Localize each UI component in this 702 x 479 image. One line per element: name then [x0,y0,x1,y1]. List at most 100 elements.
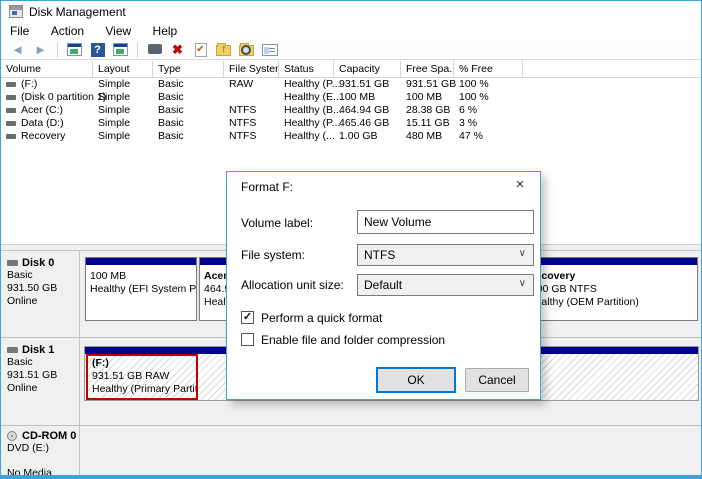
volume-icon [6,82,16,87]
disk1-label-panel[interactable]: Disk 1 Basic 931.51 GB Online [1,338,80,425]
menu-help[interactable]: Help [144,23,187,39]
partition-block-f-selected[interactable]: (F:) 931.51 GB RAW Healthy (Primary Part… [86,354,198,400]
disk1-type: Basic [7,356,33,368]
cdrom-drive: DVD (E:) [7,442,49,454]
toolbar-separator [57,41,58,58]
disk0-size: 931.50 GB [7,282,58,294]
column-header-status[interactable]: Status [279,61,334,77]
table-row[interactable]: Recovery Simple Basic NTFS Healthy (... … [1,130,701,143]
menu-file[interactable]: File [1,23,38,39]
cell-type: Basic [158,117,184,129]
column-header-filler [523,61,701,77]
partition-status: Healthy (OEM Partition) [528,296,639,308]
cell-status: Healthy (P... [284,117,341,129]
window-title: Disk Management [29,5,126,19]
back-button[interactable]: ◄ [9,42,26,58]
partition-size: 931.51 GB RAW [92,370,170,382]
volume-label-input[interactable]: New Volume [357,210,534,234]
check-document-button[interactable]: ✔ [192,42,209,58]
quick-format-checkbox[interactable]: ✓ [241,311,254,324]
title-bar: Disk Management [1,1,701,23]
file-system-label: File system: [241,248,306,262]
column-header-file-system[interactable]: File System [224,61,279,77]
column-header-capacity[interactable]: Capacity [334,61,401,77]
cell-status: Healthy (E... [284,91,342,103]
volume-icon [6,108,16,113]
console-tree-button[interactable] [112,42,129,58]
cell-capacity: 465.46 GB [339,117,390,129]
ok-button[interactable]: OK [377,368,455,392]
disk0-type: Basic [7,269,33,281]
column-header-free-space[interactable]: Free Spa... [401,61,454,77]
cdrom-graphic [81,426,701,475]
compression-checkbox[interactable] [241,333,254,346]
console-window-button[interactable] [66,42,83,58]
popup-action-button[interactable] [146,42,163,58]
disk1-name: Disk 1 [22,344,55,356]
cell-layout: Simple [98,117,131,129]
cell-type: Basic [158,91,184,103]
cell-file-system: NTFS [229,117,257,129]
table-row[interactable]: Data (D:) Simple Basic NTFS Healthy (P..… [1,117,701,130]
cell-file-system [224,91,279,104]
cell-free-space: 15.11 GB [406,117,450,129]
table-row[interactable]: (F:) Simple Basic RAW Healthy (P... 931.… [1,78,701,91]
partition-color-bar [524,258,697,265]
cell-type: Basic [158,78,184,90]
cell-capacity: 931.51 GB [339,78,390,90]
folder-search-icon [239,43,254,56]
popup-icon [147,43,162,54]
column-header-volume[interactable]: Volume [1,61,93,77]
partition-block-efi[interactable]: 100 MB Healthy (EFI System Partiti [85,257,197,321]
column-header-layout[interactable]: Layout [93,61,153,77]
cell-volume: Recovery [21,130,66,142]
cell-capacity: 100 MB [339,91,376,103]
menu-bar: File Action View Help [1,23,701,40]
cell-file-system: NTFS [229,130,257,142]
cdrom-label-panel[interactable]: CD-ROM 0 DVD (E:) No Media [1,426,80,479]
disk0-label-panel[interactable]: Disk 0 Basic 931.50 GB Online [1,251,80,337]
cell-free-space: 480 MB [406,130,443,142]
cell-file-system: RAW [229,78,254,90]
properties-button[interactable] [261,42,278,58]
cell-status: Healthy (P... [284,78,341,90]
console-window-icon [67,43,82,56]
volume-list-header: Volume Layout Type File System Status Ca… [1,61,701,78]
cell-volume: Acer (C:) [21,104,63,116]
cdrom-row: CD-ROM 0 DVD (E:) No Media [1,426,701,479]
cancel-button[interactable]: Cancel [465,368,529,392]
volume-label-label: Volume label: [241,216,314,230]
column-header-type[interactable]: Type [153,61,224,77]
volume-icon [6,134,16,139]
table-row[interactable]: (Disk 0 partition 1) Simple Basic Health… [1,91,701,104]
forward-arrow-icon: ► [34,41,47,57]
cell-file-system: NTFS [229,104,257,116]
help-icon: ? [90,42,105,57]
back-arrow-icon: ◄ [11,41,24,57]
delete-volume-button[interactable]: ✖ [169,42,186,58]
allocation-label: Allocation unit size: [241,278,344,292]
red-x-icon: ✖ [172,41,183,57]
explore-button[interactable] [238,42,255,58]
table-row[interactable]: Acer (C:) Simple Basic NTFS Healthy (B..… [1,104,701,117]
file-system-select[interactable]: NTFS ∨ [357,244,534,266]
close-icon[interactable]: × [510,176,530,193]
quick-format-label: Perform a quick format [261,311,383,325]
cell-layout: Simple [98,130,131,142]
forward-button[interactable]: ► [32,42,49,58]
menu-view[interactable]: View [96,23,140,39]
allocation-select[interactable]: Default ∨ [357,274,534,296]
extend-volume-button[interactable] [215,42,232,58]
partition-block-recovery[interactable]: Recovery 1.00 GB NTFS Healthy (OEM Parti… [523,257,698,321]
menu-action[interactable]: Action [42,23,93,39]
cell-pct-free: 3 % [459,117,478,129]
help-button[interactable]: ? [89,42,106,58]
cell-capacity: 1.00 GB [339,130,378,142]
cell-status: Healthy (B... [284,104,342,116]
disk0-name: Disk 0 [22,257,55,269]
column-header-pct-free[interactable]: % Free [454,61,523,77]
cell-capacity: 464.94 GB [339,104,390,116]
disk0-status: Online [7,295,38,307]
cdrom-media: No Media [7,467,52,479]
cell-volume: (Disk 0 partition 1) [21,91,107,103]
